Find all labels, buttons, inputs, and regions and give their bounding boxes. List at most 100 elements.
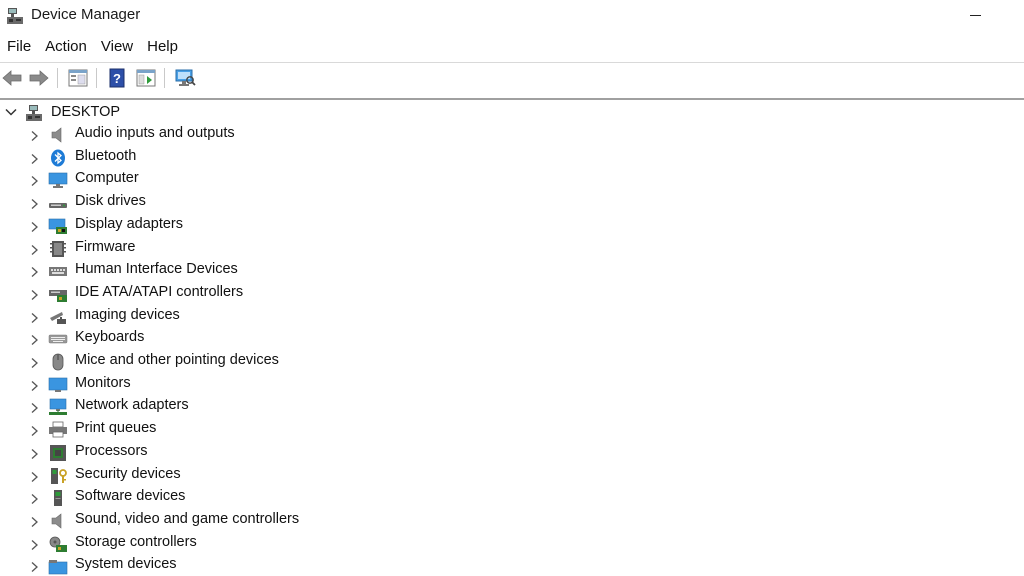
tree-node-hid[interactable]: Human Interface Devices xyxy=(0,260,420,282)
chevron-right-icon[interactable] xyxy=(29,516,39,528)
tree-node-security[interactable]: Security devices xyxy=(0,465,420,487)
tree-node-label: Software devices xyxy=(75,488,186,505)
update-driver-icon xyxy=(136,69,156,87)
camera-icon xyxy=(50,311,66,324)
chevron-right-icon[interactable] xyxy=(29,425,39,437)
toolbar-separator xyxy=(96,68,97,88)
chevron-right-icon[interactable] xyxy=(29,539,39,551)
display-adapter-icon xyxy=(48,218,67,234)
tree-node-print-queues[interactable]: Print queues xyxy=(0,419,420,441)
back-icon xyxy=(2,70,22,86)
chevron-right-icon[interactable] xyxy=(29,471,39,483)
chevron-right-icon[interactable] xyxy=(29,380,39,392)
computer-icon xyxy=(26,105,42,121)
minimize-icon xyxy=(969,15,981,16)
svg-text:?: ? xyxy=(113,71,121,86)
chevron-right-icon[interactable] xyxy=(29,289,39,301)
chevron-down-icon[interactable] xyxy=(5,106,17,118)
tree-node-display-adapters[interactable]: Display adapters xyxy=(0,215,420,237)
menu-action[interactable]: Action xyxy=(38,36,94,58)
chevron-right-icon[interactable] xyxy=(29,266,39,278)
chevron-right-icon[interactable] xyxy=(29,402,39,414)
chevron-right-icon[interactable] xyxy=(29,312,39,324)
software-device-icon xyxy=(54,490,62,507)
tree-node-audio[interactable]: Audio inputs and outputs xyxy=(0,124,420,146)
tree-node-label: Network adapters xyxy=(75,397,189,414)
tree-node-monitors[interactable]: Monitors xyxy=(0,374,420,396)
tree-node-system[interactable]: System devices xyxy=(0,555,420,576)
scan-hardware-button[interactable] xyxy=(174,67,196,89)
tree-node-label: Security devices xyxy=(75,465,181,482)
menu-file[interactable]: File xyxy=(0,36,38,58)
title-bar[interactable]: Device Manager xyxy=(0,0,1024,31)
tree-node-label: Bluetooth xyxy=(75,147,137,164)
tree-node-label: Firmware xyxy=(75,238,136,255)
chevron-right-icon[interactable] xyxy=(29,334,39,346)
chevron-right-icon[interactable] xyxy=(29,175,39,187)
tree-node-network[interactable]: Network adapters xyxy=(0,396,420,418)
chevron-right-icon[interactable] xyxy=(29,244,39,256)
tree-node-keyboards[interactable]: Keyboards xyxy=(0,328,420,350)
tree-node-label: Human Interface Devices xyxy=(75,261,238,278)
properties-button[interactable] xyxy=(67,67,89,89)
help-button[interactable]: ? xyxy=(106,67,128,89)
tree-node-label: Keyboards xyxy=(75,329,145,346)
chevron-right-icon[interactable] xyxy=(29,561,39,573)
tree-node-sound[interactable]: Sound, video and game controllers xyxy=(0,510,420,532)
system-devices-icon xyxy=(48,560,68,575)
forward-button[interactable] xyxy=(28,67,50,89)
tree-node-label: Sound, video and game controllers xyxy=(75,510,300,527)
chevron-right-icon[interactable] xyxy=(29,221,39,233)
tree-node-software[interactable]: Software devices xyxy=(0,487,420,509)
toolbar: ? xyxy=(0,62,1024,92)
back-button[interactable] xyxy=(1,67,23,89)
tree-node-label: IDE ATA/ATAPI controllers xyxy=(75,283,244,300)
chevron-right-icon[interactable] xyxy=(29,130,39,142)
tree-node-label: Storage controllers xyxy=(75,533,197,550)
forward-icon xyxy=(29,70,49,86)
ide-controller-icon xyxy=(49,289,67,302)
chevron-right-icon[interactable] xyxy=(29,153,39,165)
chevron-right-icon[interactable] xyxy=(29,357,39,369)
tree-node-processors[interactable]: Processors xyxy=(0,442,420,464)
update-driver-button[interactable] xyxy=(135,67,157,89)
speaker-icon xyxy=(51,513,62,529)
tree-node-firmware[interactable]: Firmware xyxy=(0,238,420,260)
tree-node-disk-drives[interactable]: Disk drives xyxy=(0,192,420,214)
tree-node-bluetooth[interactable]: Bluetooth xyxy=(0,147,420,169)
menu-view[interactable]: View xyxy=(94,36,140,58)
help-icon: ? xyxy=(109,68,125,88)
tree-node-computer[interactable]: Computer xyxy=(0,169,420,191)
window-title: Device Manager xyxy=(31,6,141,23)
toolbar-separator xyxy=(164,68,165,88)
scan-hardware-icon xyxy=(175,69,196,86)
device-tree[interactable]: DESKTOP Audio inputs and outputs Bluetoo… xyxy=(0,100,1024,576)
chevron-right-icon[interactable] xyxy=(29,198,39,210)
tree-node-imaging[interactable]: Imaging devices xyxy=(0,306,420,328)
device-manager-app-icon xyxy=(7,8,23,24)
tree-node-label: Computer xyxy=(75,170,139,187)
properties-icon xyxy=(68,69,88,87)
network-adapter-icon xyxy=(49,399,67,416)
tree-node-label: Imaging devices xyxy=(75,306,180,323)
menu-help[interactable]: Help xyxy=(140,36,185,58)
bluetooth-icon xyxy=(51,149,65,167)
chevron-right-icon[interactable] xyxy=(29,448,39,460)
firmware-icon xyxy=(50,240,66,257)
monitor-icon xyxy=(48,377,68,392)
hid-icon xyxy=(49,267,67,277)
toolbar-separator xyxy=(57,68,58,88)
tree-node-label: Mice and other pointing devices xyxy=(75,352,279,368)
storage-controller-icon xyxy=(49,536,67,552)
minimize-button[interactable] xyxy=(958,0,992,31)
tree-root-desktop[interactable]: DESKTOP xyxy=(0,102,400,124)
keyboard-icon xyxy=(48,335,68,344)
processor-icon xyxy=(50,444,66,461)
tree-node-ide[interactable]: IDE ATA/ATAPI controllers xyxy=(0,283,420,305)
chevron-right-icon[interactable] xyxy=(29,493,39,505)
tree-node-mice[interactable]: Mice and other pointing devices xyxy=(0,351,420,373)
tree-node-storage[interactable]: Storage controllers xyxy=(0,533,420,555)
disk-drive-icon xyxy=(49,203,67,209)
tree-node-label: System devices xyxy=(75,556,177,573)
monitor-icon xyxy=(48,173,68,189)
